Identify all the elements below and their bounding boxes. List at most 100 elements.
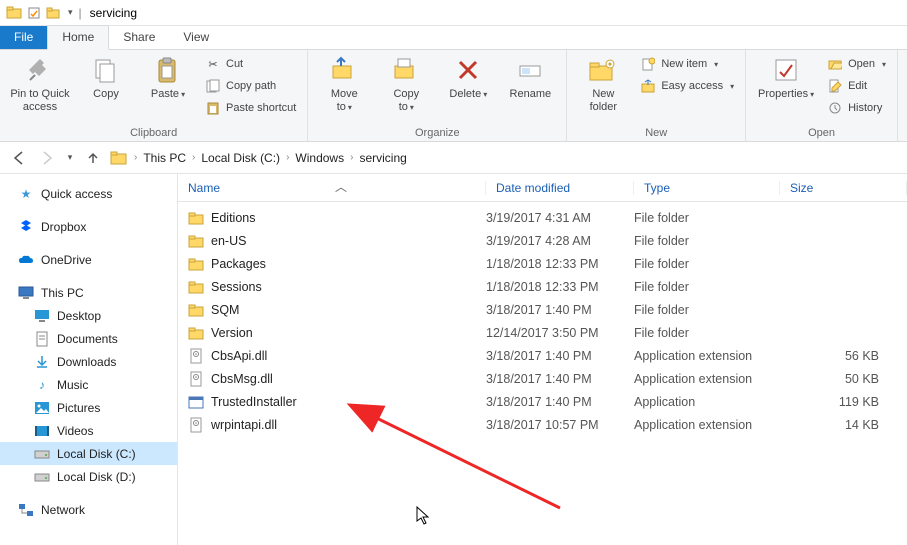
star-icon: ★ <box>18 186 34 202</box>
nav-up-button[interactable] <box>82 147 104 169</box>
nav-recent-button[interactable]: ▾ <box>64 147 76 169</box>
file-date: 3/18/2017 1:40 PM <box>486 395 634 409</box>
rename-button[interactable]: Rename <box>502 54 558 101</box>
file-row[interactable]: en-US3/19/2017 4:28 AMFile folder <box>178 229 907 252</box>
file-row[interactable]: CbsApi.dll3/18/2017 1:40 PMApplication e… <box>178 344 907 367</box>
breadcrumb-seg[interactable]: Windows <box>291 151 348 165</box>
file-date: 3/19/2017 4:28 AM <box>486 234 634 248</box>
copy-to-button[interactable]: Copy to▾ <box>378 54 434 113</box>
sidebar-item-music[interactable]: ♪Music <box>0 373 177 396</box>
file-row[interactable]: CbsMsg.dll3/18/2017 1:40 PMApplication e… <box>178 367 907 390</box>
sidebar-item-videos[interactable]: Videos <box>0 419 177 442</box>
file-type: File folder <box>634 257 780 271</box>
newfolder-icon: ✦ <box>587 54 619 86</box>
tab-home[interactable]: Home <box>47 25 109 50</box>
downloads-icon <box>34 354 50 370</box>
sidebar-item-label: Desktop <box>57 309 101 323</box>
edit-button[interactable]: Edit <box>824 76 889 96</box>
group-label-new: New <box>575 125 737 139</box>
address-chevron-icon[interactable]: › <box>284 152 291 163</box>
easyaccess-icon <box>640 78 656 94</box>
pin-to-quick-access-button[interactable]: Pin to Quick access <box>8 54 72 113</box>
group-label-clipboard: Clipboard <box>8 125 299 139</box>
address-chevron-icon[interactable]: › <box>132 152 139 163</box>
copypath-label: Copy path <box>226 80 276 92</box>
sidebar-item-thispc[interactable]: This PC <box>0 281 177 304</box>
paste-button[interactable]: Paste▾ <box>140 54 196 101</box>
sidebar-item-label: Videos <box>57 424 93 438</box>
file-type: Application extension <box>634 418 780 432</box>
address-chevron-icon[interactable]: › <box>348 152 355 163</box>
address-chevron-icon[interactable]: › <box>190 152 197 163</box>
copy-button[interactable]: Copy <box>78 54 134 101</box>
file-row[interactable]: TrustedInstaller3/18/2017 1:40 PMApplica… <box>178 390 907 413</box>
pictures-icon <box>34 400 50 416</box>
pc-icon <box>18 285 34 301</box>
delete-icon <box>452 54 484 86</box>
delete-button[interactable]: Delete▾ <box>440 54 496 101</box>
column-header-size[interactable]: Size <box>780 181 907 195</box>
copy-icon <box>90 54 122 86</box>
copyto-icon <box>390 54 422 86</box>
pasteshortcut-label: Paste shortcut <box>226 102 296 114</box>
newitem-icon <box>640 56 656 72</box>
sidebar-item-downloads[interactable]: Downloads <box>0 350 177 373</box>
sidebar-item-dropbox[interactable]: Dropbox <box>0 215 177 238</box>
desktop-icon <box>34 308 50 324</box>
new-item-button[interactable]: New item▾ <box>637 54 737 74</box>
file-row[interactable]: Sessions1/18/2018 12:33 PMFile folder <box>178 275 907 298</box>
column-header-type[interactable]: Type <box>634 181 780 195</box>
sidebar-item-desktop[interactable]: Desktop <box>0 304 177 327</box>
ribbon-group-select: Select all Select none Invert selection … <box>898 50 907 141</box>
file-row[interactable]: wrpintapi.dll3/18/2017 10:57 PMApplicati… <box>178 413 907 436</box>
qat-dropdown-icon[interactable]: ▾ <box>68 7 73 18</box>
sidebar-item-label: Dropbox <box>41 220 86 234</box>
cut-button[interactable]: ✂Cut <box>202 54 299 74</box>
properties-button[interactable]: Properties▾ <box>754 54 818 101</box>
nav-forward-button[interactable] <box>36 147 58 169</box>
sidebar-item-locald[interactable]: Local Disk (D:) <box>0 465 177 488</box>
sidebar-item-pictures[interactable]: Pictures <box>0 396 177 419</box>
documents-icon <box>34 331 50 347</box>
exe-icon <box>188 394 204 410</box>
file-row[interactable]: SQM3/18/2017 1:40 PMFile folder <box>178 298 907 321</box>
new-folder-button[interactable]: ✦New folder <box>575 54 631 113</box>
tab-share[interactable]: Share <box>109 26 169 49</box>
qat-properties-icon[interactable] <box>26 5 42 21</box>
copy-path-button[interactable]: Copy path <box>202 76 299 96</box>
history-button[interactable]: History <box>824 98 889 118</box>
file-row[interactable]: Version12/14/2017 3:50 PMFile folder <box>178 321 907 344</box>
breadcrumb-seg[interactable]: servicing <box>355 151 410 165</box>
paste-shortcut-button[interactable]: Paste shortcut <box>202 98 299 118</box>
tab-view[interactable]: View <box>169 26 223 49</box>
file-type: File folder <box>634 326 780 340</box>
column-headers: Name Date modified Type Size <box>178 174 907 202</box>
sidebar-item-label: Local Disk (D:) <box>57 470 136 484</box>
paste-icon <box>152 54 184 86</box>
easy-access-button[interactable]: Easy access▾ <box>637 76 737 96</box>
file-row[interactable]: Packages1/18/2018 12:33 PMFile folder <box>178 252 907 275</box>
sidebar-item-label: OneDrive <box>41 253 92 267</box>
history-icon <box>827 100 843 116</box>
sidebar-item-quickaccess[interactable]: ★Quick access <box>0 182 177 205</box>
column-header-name[interactable]: Name <box>178 181 486 195</box>
sidebar-item-network[interactable]: Network <box>0 498 177 521</box>
tab-file[interactable]: File <box>0 26 47 49</box>
breadcrumb-seg[interactable]: This PC <box>139 151 190 165</box>
column-header-date[interactable]: Date modified <box>486 181 634 195</box>
sidebar-item-localc[interactable]: Local Disk (C:) <box>0 442 177 465</box>
sidebar-item-onedrive[interactable]: OneDrive <box>0 248 177 271</box>
address-bar[interactable]: › This PC› Local Disk (C:)› Windows› ser… <box>110 146 899 170</box>
dropbox-icon <box>18 219 34 235</box>
sidebar-item-documents[interactable]: Documents <box>0 327 177 350</box>
cut-label: Cut <box>226 58 243 70</box>
file-row[interactable]: Editions3/19/2017 4:31 AMFile folder <box>178 206 907 229</box>
nav-back-button[interactable] <box>8 147 30 169</box>
sidebar-item-label: Local Disk (C:) <box>57 447 136 461</box>
file-size: 14 KB <box>780 418 907 432</box>
qat-newfolder-icon[interactable] <box>46 5 62 21</box>
file-name: CbsApi.dll <box>211 349 267 363</box>
breadcrumb-seg[interactable]: Local Disk (C:) <box>197 151 284 165</box>
open-button[interactable]: Open▾ <box>824 54 889 74</box>
move-to-button[interactable]: Move to▾ <box>316 54 372 113</box>
